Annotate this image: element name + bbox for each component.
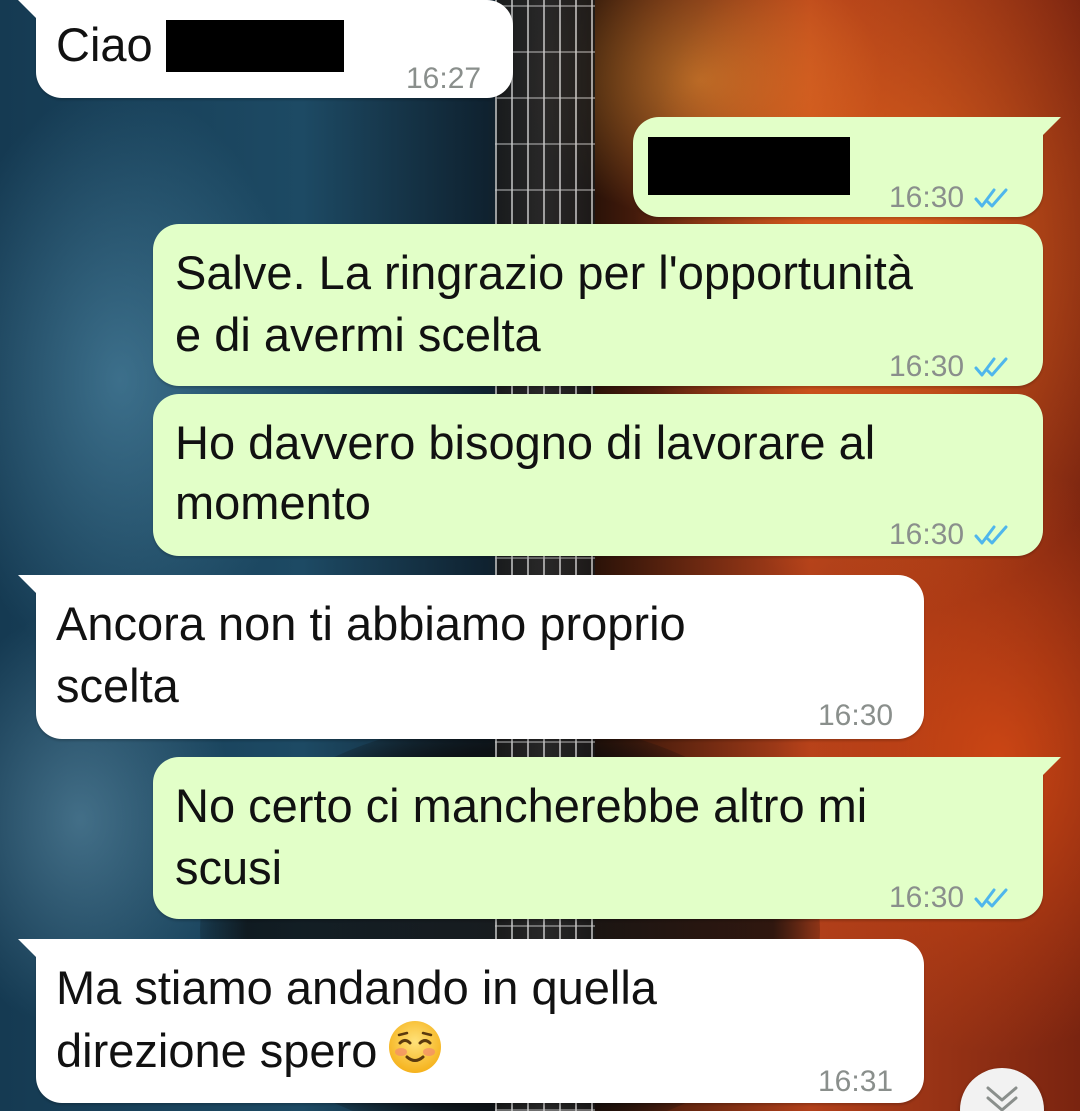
double-chevron-down-icon [986, 1086, 1018, 1111]
message-text-line-1: Salve. La ringrazio per l'opportunità [175, 246, 913, 299]
message-text-line-1: No certo ci mancherebbe altro mi [175, 779, 868, 832]
message-meta: 16:27 [406, 48, 481, 110]
outgoing-message[interactable]: Salve. La ringrazio per l'opportunità e … [153, 224, 1043, 386]
message-meta: 16:30 [889, 867, 1012, 929]
message-text: Ciao [56, 18, 153, 71]
message-time: 16:30 [889, 518, 965, 551]
redacted-block [166, 20, 344, 72]
outgoing-message[interactable]: 16:30 [633, 117, 1061, 217]
message-text-line-2: e di avermi scelta [175, 308, 541, 361]
message-meta: 16:31 [818, 1051, 893, 1111]
read-ticks-icon [974, 888, 1008, 908]
incoming-message[interactable]: Ciao 16:27 [18, 0, 513, 98]
read-ticks-icon [974, 357, 1008, 377]
message-text-line-2: scusi [175, 841, 283, 894]
message-text-line-2: direzione spero [56, 1024, 378, 1077]
message-text-line-1: Ho davvero bisogno di lavorare al [175, 416, 876, 469]
message-time: 16:31 [818, 1065, 894, 1098]
message-text-line-2: scelta [56, 659, 179, 712]
message-time: 16:30 [818, 699, 894, 732]
outgoing-message[interactable]: Ho davvero bisogno di lavorare al moment… [153, 394, 1043, 556]
redacted-block [648, 137, 850, 195]
message-meta: 16:30 [889, 167, 1012, 229]
message-meta: 16:30 [818, 685, 893, 747]
message-time: 16:27 [406, 62, 482, 95]
outgoing-message[interactable]: No certo ci mancherebbe altro mi scusi 1… [153, 757, 1061, 919]
message-text-line-2: momento [175, 476, 371, 529]
message-text-line-1: Ma stiamo andando in quella [56, 961, 657, 1014]
message-time: 16:30 [889, 350, 965, 383]
read-ticks-icon [974, 188, 1008, 208]
message-time: 16:30 [889, 181, 965, 214]
message-text-line-2-wrap: direzione spero [56, 1019, 443, 1082]
smiling-face-icon [389, 1021, 442, 1073]
message-text-line-1: Ancora non ti abbiamo proprio [56, 597, 686, 650]
message-time: 16:30 [889, 881, 965, 914]
incoming-message[interactable]: Ancora non ti abbiamo proprio scelta 16:… [18, 575, 924, 739]
incoming-message[interactable]: Ma stiamo andando in quella direzione sp… [18, 939, 924, 1103]
message-meta: 16:30 [889, 504, 1012, 566]
read-ticks-icon [974, 525, 1008, 545]
message-meta: 16:30 [889, 336, 1012, 398]
